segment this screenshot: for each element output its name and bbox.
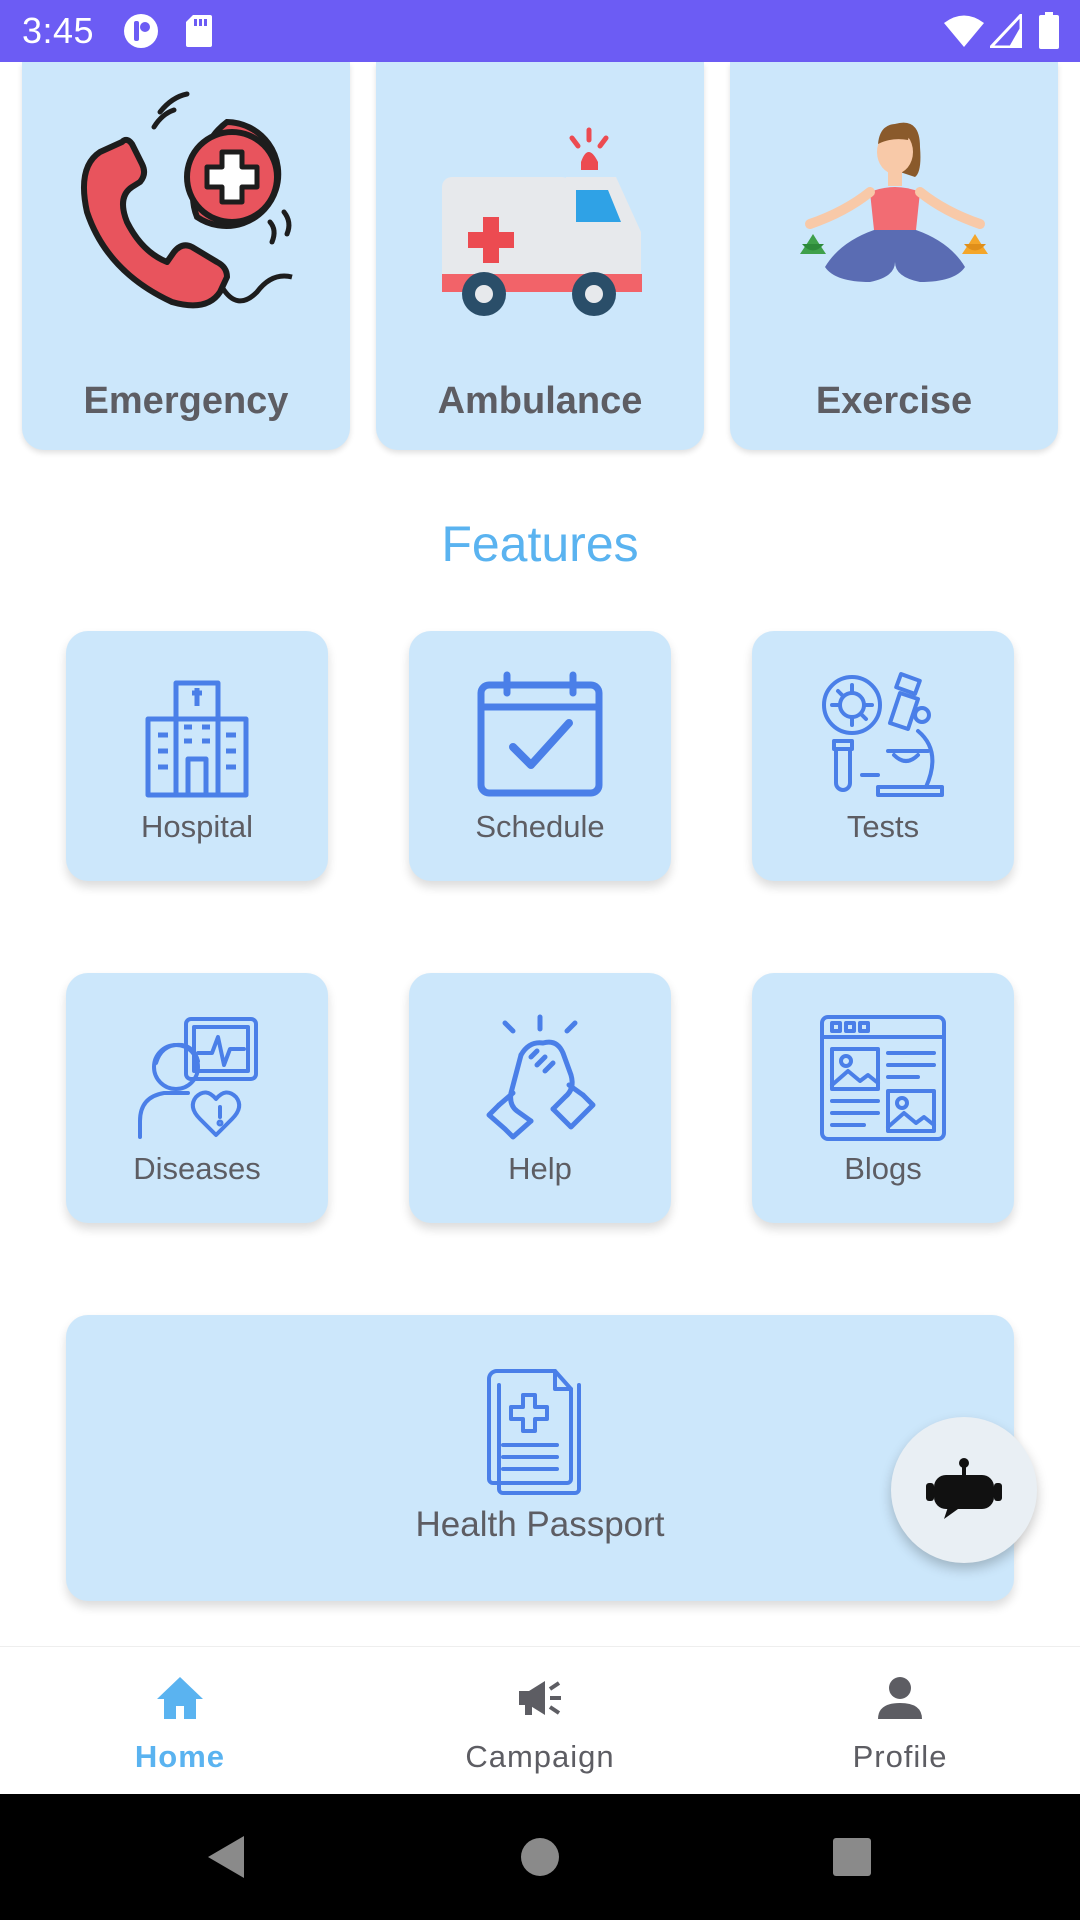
help-label: Help	[508, 1151, 572, 1186]
nav-campaign[interactable]: Campaign	[360, 1647, 720, 1795]
cell-signal-icon	[990, 14, 1022, 48]
home-circle-icon[interactable]	[518, 1832, 562, 1882]
person-icon	[878, 1677, 922, 1719]
chatbot-button[interactable]	[891, 1417, 1037, 1563]
medical-document-icon	[487, 1369, 581, 1495]
blogs-tile[interactable]: Blogs	[752, 973, 1014, 1223]
schedule-label: Schedule	[475, 809, 605, 844]
tests-tile[interactable]: Tests	[752, 631, 1014, 881]
diseases-label: Diseases	[133, 1151, 261, 1186]
emergency-card[interactable]: Emergency	[22, 62, 350, 450]
hospital-tile[interactable]: Hospital	[66, 631, 328, 881]
chatbot-icon	[926, 1458, 1002, 1519]
status-time: 3:45	[22, 10, 95, 51]
schedule-tile[interactable]: Schedule	[409, 631, 671, 881]
microscope-icon	[822, 672, 944, 797]
sd-card-icon	[186, 15, 212, 47]
hospital-icon	[145, 680, 249, 798]
blogs-label: Blogs	[844, 1151, 922, 1186]
calendar-check-icon	[477, 671, 603, 797]
ambulance-icon	[442, 127, 642, 316]
tests-label: Tests	[846, 809, 920, 844]
recents-icon[interactable]	[830, 1832, 874, 1882]
hospital-label: Hospital	[141, 809, 253, 844]
status-bar: 3:45	[0, 0, 1080, 62]
web-blog-icon	[820, 1015, 946, 1141]
nav-profile-label: Profile	[852, 1739, 948, 1774]
nav-profile[interactable]: Profile	[720, 1647, 1080, 1795]
yoga-icon	[800, 122, 988, 282]
health-passport-label: Health Passport	[415, 1505, 665, 1544]
nav-home[interactable]: Home	[0, 1647, 360, 1795]
ambulance-card[interactable]: Ambulance	[376, 62, 704, 450]
wifi-icon	[944, 15, 984, 47]
features-title: Features	[441, 516, 639, 572]
emergency-call-icon	[81, 91, 293, 309]
emergency-label: Emergency	[83, 380, 289, 422]
nav-campaign-label: Campaign	[465, 1739, 615, 1774]
back-icon[interactable]	[204, 1832, 248, 1882]
handshake-icon	[486, 1014, 596, 1140]
exercise-label: Exercise	[815, 380, 973, 422]
diseases-tile[interactable]: Diseases	[66, 973, 328, 1223]
megaphone-icon	[519, 1681, 561, 1715]
patient-heart-icon	[138, 1017, 258, 1139]
nav-home-label: Home	[134, 1739, 226, 1774]
ambulance-label: Ambulance	[437, 380, 643, 422]
bottom-navigation: Home Campaign Profile	[0, 1646, 1080, 1794]
help-tile[interactable]: Help	[409, 973, 671, 1223]
home-icon	[157, 1677, 203, 1719]
battery-icon	[1039, 12, 1059, 49]
notification-icon	[124, 14, 158, 48]
health-passport-card[interactable]: Health Passport	[66, 1315, 1014, 1601]
exercise-card[interactable]: Exercise	[730, 62, 1058, 450]
system-navigation-bar	[0, 1794, 1080, 1920]
